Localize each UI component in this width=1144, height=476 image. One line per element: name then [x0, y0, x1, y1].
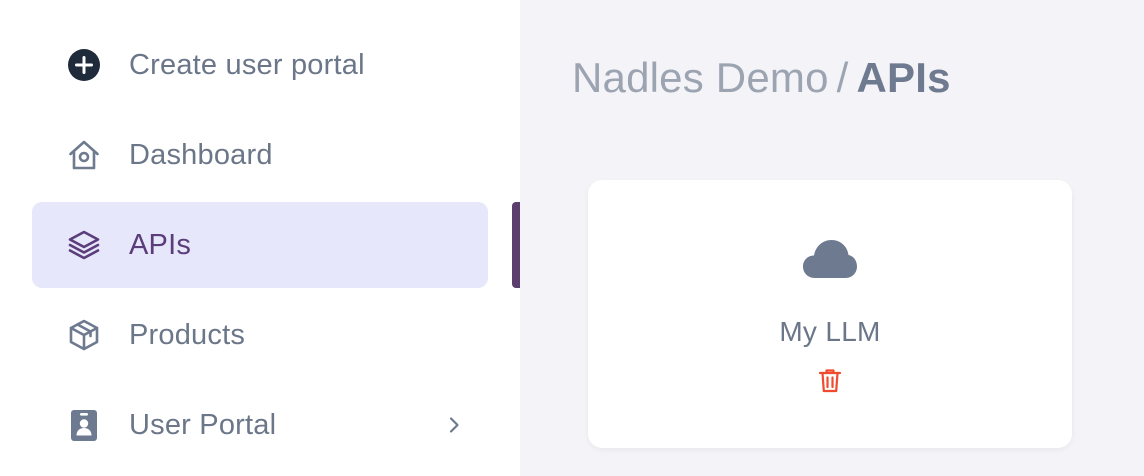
cloud-icon — [802, 238, 858, 280]
sidebar-item-dashboard[interactable]: Dashboard — [32, 112, 488, 198]
breadcrumb-parent[interactable]: Nadles Demo — [572, 54, 829, 101]
sidebar-item-label: APIs — [129, 228, 192, 261]
package-icon — [66, 317, 102, 353]
sidebar-item-label: User Portal — [129, 408, 277, 441]
chevron-right-icon[interactable] — [444, 415, 464, 435]
id-badge-icon — [66, 407, 102, 443]
sidebar: Create user portal Dashboard APIs Produc… — [0, 0, 520, 476]
home-icon — [66, 137, 102, 173]
sidebar-item-products[interactable]: Products — [32, 292, 488, 378]
api-card[interactable]: My LLM — [588, 180, 1072, 448]
sidebar-item-create-user-portal[interactable]: Create user portal — [32, 22, 488, 108]
api-name: My LLM — [779, 316, 881, 347]
sidebar-item-label: Create user portal — [129, 48, 365, 81]
sidebar-item-label: Products — [129, 318, 246, 351]
plus-circle-icon — [66, 47, 102, 83]
sidebar-item-apis[interactable]: APIs — [32, 202, 488, 288]
trash-icon[interactable] — [816, 366, 844, 394]
sidebar-item-label: Dashboard — [129, 138, 273, 171]
page-title: APIs — [856, 54, 951, 101]
layers-icon — [66, 227, 102, 263]
active-indicator — [512, 202, 520, 288]
breadcrumb: Nadles Demo / APIs — [572, 54, 951, 102]
breadcrumb-separator: / — [836, 54, 849, 101]
sidebar-item-user-portal[interactable]: User Portal — [32, 382, 488, 468]
